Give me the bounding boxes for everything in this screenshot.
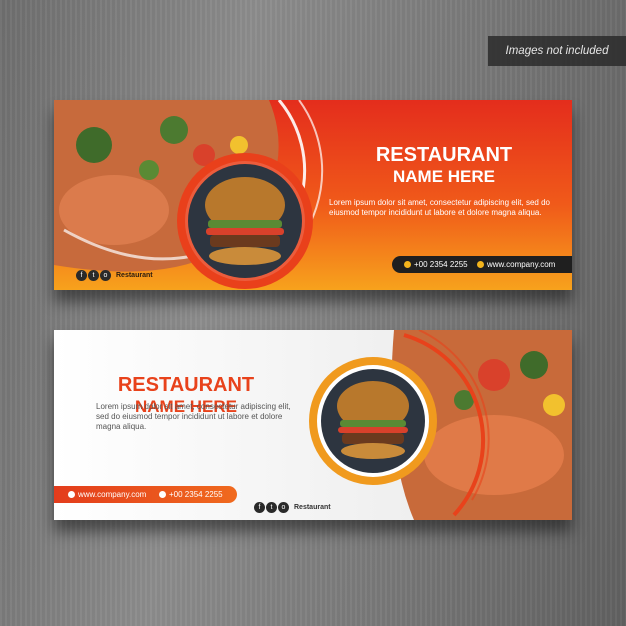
banner1-social-label: Restaurant <box>116 272 153 279</box>
facebook-icon: f <box>76 270 87 281</box>
globe-icon <box>477 261 484 269</box>
banner2-social: f t o Restaurant <box>254 502 331 513</box>
phone-icon <box>159 491 166 499</box>
facebook-icon: f <box>254 502 265 513</box>
banner1-phone-text: +00 2354 2255 <box>414 260 468 269</box>
banner2-website-text: www.company.com <box>78 490 147 499</box>
banner1-title: RESTAURANT NAME HERE <box>344 144 544 188</box>
banner-white: RESTAURANT NAME HERE Lorem ipsum dolor s… <box>54 330 572 520</box>
images-not-included-notice: Images not included <box>488 36 626 66</box>
banner-orange: RESTAURANT NAME HERE Lorem ipsum dolor s… <box>54 100 572 290</box>
banner2-phone: +00 2354 2255 <box>159 486 223 503</box>
instagram-icon: o <box>278 502 289 513</box>
globe-icon <box>68 491 75 499</box>
banner1-body: Lorem ipsum dolor sit amet, consectetur … <box>329 198 550 217</box>
instagram-icon: o <box>100 270 111 281</box>
twitter-icon: t <box>266 502 277 513</box>
phone-icon <box>404 261 411 269</box>
banner1-phone: +00 2354 2255 <box>404 256 468 273</box>
twitter-icon: t <box>88 270 99 281</box>
banner1-subtitle: NAME HERE <box>392 167 495 186</box>
metal-background <box>0 0 626 626</box>
banner1-website: www.company.com <box>477 256 555 273</box>
banner2-contact-bar: www.company.com +00 2354 2255 <box>54 486 237 503</box>
banner2-phone-text: +00 2354 2255 <box>169 490 223 499</box>
banner2-social-label: Restaurant <box>294 504 331 511</box>
banner1-contact-bar: +00 2354 2255 www.company.com <box>392 256 572 273</box>
banner1-title-text: RESTAURANT <box>375 144 513 166</box>
banner1-website-text: www.company.com <box>487 260 556 269</box>
banner1-social: f t o Restaurant <box>76 270 153 281</box>
banner2-body: Lorem ipsum dolor sit amet, consectetur … <box>96 402 291 431</box>
banner2-website: www.company.com <box>68 486 146 503</box>
banner2-title-text: RESTAURANT <box>117 374 255 396</box>
